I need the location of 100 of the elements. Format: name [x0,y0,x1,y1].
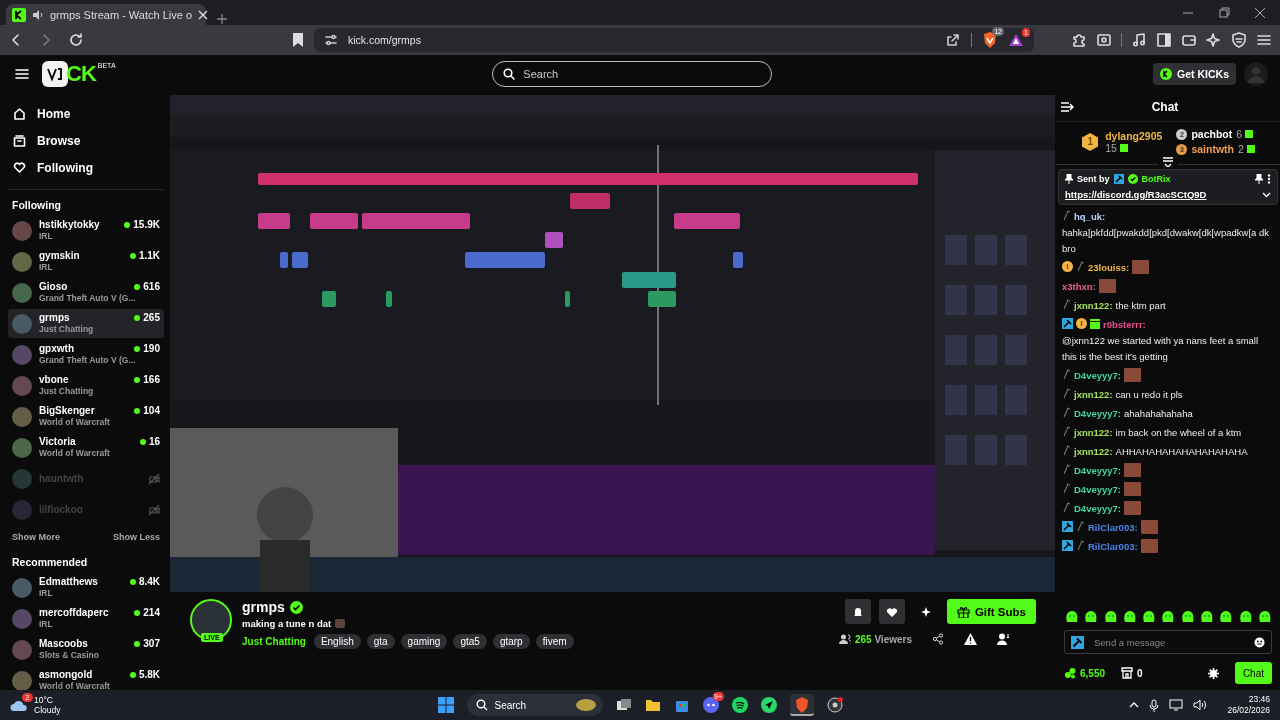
windows-icon[interactable] [437,697,454,713]
chevron-up-icon[interactable] [1129,701,1140,709]
channel-item[interactable]: hstikkytokky IRL 15.9K [8,216,164,245]
vpn-shield-icon[interactable] [1231,32,1247,48]
tag[interactable]: gaming [400,634,448,649]
tag[interactable]: gtarp [492,634,530,649]
channel-item[interactable]: gpxwth Grand Theft Auto V (G... 190 [8,340,164,369]
microphone-icon[interactable] [1149,698,1160,712]
channel-item[interactable]: asmongold World of Warcraft 5.8K [8,666,164,690]
folder-icon[interactable] [644,697,661,713]
gift-subs-button[interactable]: Gift Subs [946,599,1036,624]
emoji-icon[interactable] [1254,636,1265,648]
channel-item[interactable]: grmps Just Chatting 265 [8,309,164,338]
chat-username[interactable]: jxnn122: [1074,427,1113,438]
share-icon[interactable] [945,32,961,48]
chat-username[interactable]: hq_uk: [1074,211,1106,222]
emote-icon[interactable] [1200,610,1213,623]
channel-item[interactable]: Edmatthews IRL 8.4K [8,573,164,602]
nav-link[interactable]: Following [8,155,164,180]
browser-menu-icon[interactable] [1256,32,1272,48]
chat-username[interactable]: D4veyyy7: [1074,484,1121,495]
video-frame-drawing[interactable] [170,95,1055,592]
channel-item[interactable]: BigSkenger World of Warcraft 104 [8,402,164,431]
store-icon[interactable] [1121,667,1134,679]
close-tab-icon[interactable] [198,9,209,20]
emote-icon[interactable] [1257,610,1271,623]
chat-username[interactable]: D4veyyy7: [1074,408,1121,419]
close-window-icon[interactable] [1254,6,1266,19]
chat-app-icon[interactable] [702,697,719,713]
show-more-link[interactable]: Show More [12,532,60,542]
notification-button[interactable] [844,599,871,624]
pin-icon[interactable] [1255,174,1263,184]
reload-icon[interactable] [68,32,84,48]
new-tab-icon[interactable] [216,13,228,25]
category-link[interactable]: Just Chatting [242,636,306,647]
emote-icon[interactable] [1142,610,1156,623]
tag[interactable]: gta5 [453,634,487,649]
sparkle-icon[interactable] [1206,32,1222,48]
chat-username[interactable]: RilClar003: [1088,522,1138,533]
emote-icon[interactable] [1161,610,1175,623]
emote-icon[interactable] [1084,610,1098,623]
send-chat-button[interactable]: Chat [1234,662,1272,684]
show-less-link[interactable]: Show Less [113,532,160,542]
nav-link[interactable]: Browse [8,128,164,153]
chat-username[interactable]: jxnn122: [1074,300,1113,311]
emote-icon[interactable] [1103,610,1117,623]
wallet-icon[interactable] [1181,32,1197,48]
emote-icon[interactable] [1122,610,1136,623]
emote-icon[interactable] [1219,610,1233,623]
more-icon[interactable] [1267,174,1271,184]
volume-icon[interactable] [1193,699,1208,711]
share-icon[interactable] [932,633,944,645]
restore-icon[interactable] [1218,6,1230,19]
get-kicks-button[interactable]: Get KICKs [1153,63,1236,85]
chevron-down-icon[interactable] [1262,191,1271,198]
leaderboard-name[interactable]: pachbot [1191,128,1233,140]
send-arrow-app-icon[interactable] [760,697,777,713]
channel-item[interactable]: vbone Just Chatting 166 [8,371,164,400]
network-icon[interactable] [1169,699,1184,711]
tag[interactable]: gta [366,634,395,649]
message-input[interactable]: Send a message [1064,630,1272,654]
leaderboard-name[interactable]: saintwth [1191,143,1234,155]
nav-link[interactable]: Home [8,101,164,126]
menu-icon[interactable] [14,66,30,82]
leaderboard-name[interactable]: dylang2905 [1105,129,1163,142]
reader-icon[interactable] [1096,32,1112,48]
pinned-link[interactable]: https://discord.gg/R3acSCtQ9D [1065,189,1207,200]
chat-username[interactable]: jxnn122: [1074,389,1113,400]
tag[interactable]: fivem [535,634,574,649]
bookmark-icon[interactable] [292,32,304,48]
chat-username[interactable]: 23louiss: [1088,262,1130,273]
search-input[interactable]: Search [521,67,762,81]
taskbar-search[interactable]: Search [466,694,603,716]
music-icon[interactable] [1131,32,1147,48]
channel-item[interactable]: Mascoobs Slots & Casino 307 [8,635,164,664]
chat-username[interactable]: r0bsterrr: [1103,319,1146,330]
channel-item[interactable]: mercoffdaperc IRL 214 [8,604,164,633]
chat-username[interactable]: x3thxn: [1062,281,1096,292]
sidebar-icon[interactable] [1156,32,1172,48]
channel-item[interactable]: Victoria World of Warcraft 16 [8,433,164,462]
settings-icon[interactable] [1207,667,1219,679]
tag[interactable]: English [313,634,361,649]
user-options-icon[interactable] [997,633,1010,645]
channel-item[interactable]: Gioso Grand Theft Auto V (G... 616 [8,278,164,307]
chat-username[interactable]: D4veyyy7: [1074,465,1121,476]
puzzle-icon[interactable] [1071,32,1087,48]
chat-username[interactable]: RilClar003: [1088,541,1138,552]
chat-username[interactable]: D4veyyy7: [1074,503,1121,514]
message-text-input[interactable]: Send a message [1092,635,1246,649]
emote-icon[interactable] [1180,610,1194,623]
emote-icon[interactable] [1065,610,1079,623]
report-icon[interactable] [964,633,977,645]
follow-button[interactable] [878,599,905,624]
collapse-icon[interactable] [1060,101,1074,113]
chat-username[interactable]: D4veyyy7: [1074,370,1121,381]
emote-icon[interactable] [1238,610,1252,623]
browser-tab[interactable]: grmps Stream - Watch Live o [6,4,206,25]
music-app-icon[interactable] [731,697,748,713]
task-view-icon[interactable] [615,697,632,713]
rewards-icon[interactable] [1008,32,1024,48]
